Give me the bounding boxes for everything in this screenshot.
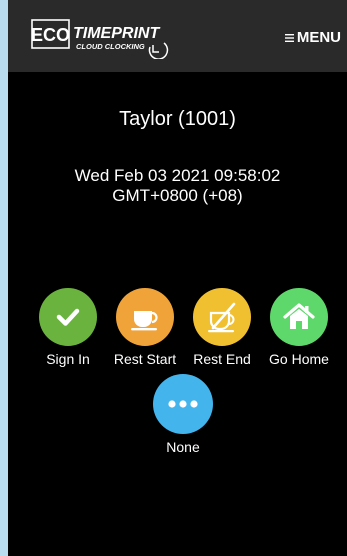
dots-icon — [153, 374, 213, 434]
rest-start-button[interactable]: Rest Start — [105, 288, 185, 367]
sign-in-label: Sign In — [46, 351, 90, 367]
menu-label: MENU — [296, 29, 341, 46]
svg-text:CLOUD CLOCKING: CLOUD CLOCKING — [76, 42, 145, 51]
rest-end-label: Rest End — [193, 351, 251, 367]
go-home-label: Go Home — [269, 351, 329, 367]
coffee-cup-crossed-icon — [193, 288, 251, 346]
hamburger-icon — [284, 33, 294, 42]
menu-button[interactable]: MENU — [284, 29, 341, 46]
datetime-date: Wed Feb 03 2021 09:58:02 — [74, 166, 281, 185]
datetime-timezone: GMT+0800 (+08) — [112, 186, 243, 205]
checkmark-icon — [39, 288, 97, 346]
eco-timeprint-logo[interactable]: ECO TIMEPRINT CLOUD CLOCKING — [31, 19, 171, 59]
top-bar: ECO TIMEPRINT CLOUD CLOCKING MENU — [8, 0, 347, 72]
svg-text:ECO: ECO — [31, 25, 70, 45]
current-datetime: Wed Feb 03 2021 09:58:02 GMT+0800 (+08) — [8, 166, 347, 206]
app-frame: ECO TIMEPRINT CLOUD CLOCKING MENU Taylor… — [8, 0, 347, 556]
sign-in-button[interactable]: Sign In — [28, 288, 108, 367]
coffee-cup-icon — [116, 288, 174, 346]
employee-name: Taylor (1001) — [119, 108, 236, 130]
home-icon — [270, 288, 328, 346]
none-button[interactable]: None — [143, 374, 223, 455]
go-home-button[interactable]: Go Home — [259, 288, 339, 367]
rest-start-label: Rest Start — [113, 351, 177, 367]
rest-end-button[interactable]: Rest End — [182, 288, 262, 367]
none-label: None — [166, 439, 200, 455]
svg-text:TIMEPRINT: TIMEPRINT — [73, 25, 160, 42]
